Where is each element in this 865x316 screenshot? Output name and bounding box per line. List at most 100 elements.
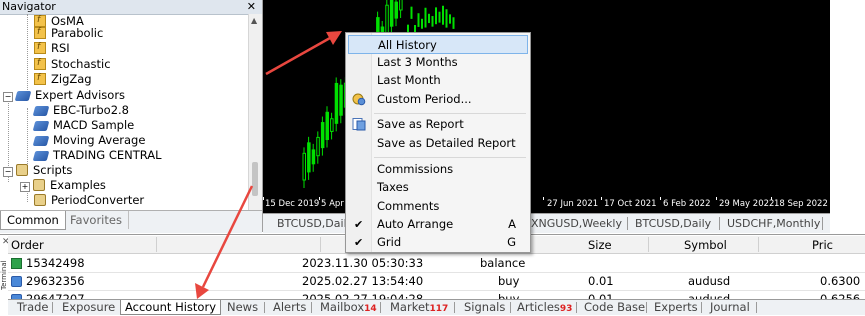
column-divider[interactable]: [758, 237, 759, 252]
tab-signals[interactable]: Signals: [464, 300, 505, 314]
tree-item-moving-average[interactable]: Moving Average: [32, 133, 145, 148]
time-cell: 2023.11.30 05:30:33: [302, 256, 424, 270]
column-divider[interactable]: [320, 237, 321, 252]
tab-alerts[interactable]: Alerts: [273, 300, 306, 314]
x-tick: [660, 197, 661, 200]
tree-item-scripts[interactable]: − Scripts: [3, 163, 72, 178]
script-folder-icon: [16, 164, 28, 176]
checkmark-icon: ✔: [354, 236, 364, 249]
table-row[interactable]: 29632356 2025.02.27 13:54:40 buy 0.01 au…: [8, 272, 865, 291]
tab-news[interactable]: News: [227, 300, 258, 314]
tree-item-expert-advisors[interactable]: − Expert Advisors: [3, 88, 125, 103]
tab-divider: [311, 302, 312, 313]
tab-common[interactable]: Common: [0, 211, 66, 230]
menu-item-last-3-months[interactable]: Last 3 Months: [348, 53, 528, 72]
save-report-icon: [352, 118, 366, 131]
menu-item-save-detailed-report[interactable]: Save as Detailed Report: [348, 134, 528, 153]
scroll-up-icon[interactable]: ▲: [251, 16, 257, 25]
symbol-cell: audusd: [688, 274, 731, 288]
tab-mailbox[interactable]: Mailbox14: [320, 300, 377, 314]
tree-item-macd-sample[interactable]: MACD Sample: [32, 118, 134, 133]
tree-item-stochastic[interactable]: Stochastic: [34, 56, 111, 72]
tree-item-label: EBC-Turbo2.8: [53, 103, 129, 117]
column-price[interactable]: Pric: [812, 238, 833, 252]
type-cell: balance: [480, 256, 526, 270]
collapse-icon[interactable]: −: [3, 167, 13, 177]
column-divider[interactable]: [156, 237, 157, 252]
tab-exposure[interactable]: Exposure: [62, 300, 115, 314]
chart-tab[interactable]: USDCHF,Monthly: [727, 215, 820, 232]
close-icon[interactable]: ✕: [247, 0, 256, 14]
menu-item-save-as-report[interactable]: Save as Report: [348, 115, 528, 134]
tree-item-parabolic[interactable]: Parabolic: [34, 25, 103, 41]
tree-item-examples[interactable]: + Examples: [20, 178, 106, 193]
candle-body: [307, 142, 311, 173]
tree-item-label: RSI: [51, 41, 70, 55]
tree-item-rsi[interactable]: RSI: [34, 40, 70, 56]
column-order[interactable]: Order: [11, 238, 44, 252]
history-context-menu: All History Last 3 Months Last Month Cus…: [345, 32, 531, 253]
table-row[interactable]: 15342498 2023.11.30 05:30:33 balance: [8, 254, 865, 273]
chart-tab[interactable]: XNGUSD,Weekly: [531, 215, 622, 232]
menu-item-custom-period[interactable]: Custom Period...: [348, 90, 528, 109]
collapse-icon[interactable]: −: [3, 92, 13, 102]
chart-tab[interactable]: BTCUSD,Daily: [277, 215, 353, 232]
tab-favorites[interactable]: Favorites: [64, 211, 129, 229]
navigator-scrollbar[interactable]: ▲: [248, 14, 262, 210]
candle-body: [424, 7, 427, 28]
tab-label: Mailbox: [320, 300, 365, 314]
tab-journal[interactable]: Journal: [710, 300, 750, 314]
column-size[interactable]: Size: [588, 238, 612, 252]
expand-icon[interactable]: +: [20, 182, 30, 192]
order-id: 15342498: [26, 256, 85, 270]
candle-body: [330, 118, 334, 132]
menu-item-label: Taxes: [377, 180, 409, 194]
candle-body: [435, 7, 437, 25]
tree-item-periodconverter[interactable]: PeriodConverter: [34, 193, 144, 208]
indicator-icon: [34, 25, 46, 40]
size-cell: 0.01: [588, 274, 614, 288]
menu-item-grid[interactable]: ✔ Grid G: [348, 233, 528, 252]
column-divider[interactable]: [648, 237, 649, 252]
tree-item-trading-central[interactable]: TRADING CENTRAL: [32, 148, 162, 163]
candle-body: [410, 6, 413, 19]
tab-experts[interactable]: Experts: [654, 300, 698, 314]
x-tick: [543, 197, 544, 200]
tab-code-base[interactable]: Code Base: [584, 300, 645, 314]
candle-body: [339, 84, 343, 116]
order-id: 29632356: [26, 274, 85, 288]
menu-item-comments[interactable]: Comments: [348, 197, 528, 216]
tab-divider: [627, 217, 628, 230]
menu-item-all-history[interactable]: All History: [348, 35, 528, 54]
checkmark-icon: ✔: [354, 218, 364, 231]
menu-item-auto-arrange[interactable]: ✔ Auto Arrange A: [348, 215, 528, 234]
scroll-thumb[interactable]: [252, 162, 258, 196]
candle-body: [320, 122, 325, 149]
tab-trade[interactable]: Trade: [17, 300, 49, 314]
order-cell: 15342498: [11, 256, 85, 270]
menu-item-commissions[interactable]: Commissions: [348, 160, 528, 179]
x-tick: [601, 197, 602, 200]
x-tick: [771, 197, 772, 200]
menu-item-label: Save as Detailed Report: [377, 136, 516, 150]
tree-item-ebc-turbo[interactable]: EBC-Turbo2.8: [32, 103, 129, 118]
candle-body: [449, 14, 451, 24]
terminal-side-label: Terminal: [0, 260, 8, 290]
candle-body: [325, 111, 329, 141]
menu-item-taxes[interactable]: Taxes: [348, 178, 528, 197]
column-symbol[interactable]: Symbol: [684, 238, 727, 252]
time-cell: 2025.02.27 13:54:40: [302, 274, 424, 288]
tab-market[interactable]: Market117: [390, 300, 448, 314]
navigator-tabs: Common Favorites: [0, 210, 262, 233]
tab-account-history[interactable]: Account History: [120, 300, 222, 315]
tree-line: [27, 14, 28, 92]
tree-item-zigzag[interactable]: ZigZag: [34, 71, 92, 87]
menu-item-last-month[interactable]: Last Month: [348, 71, 528, 90]
x-tick: [263, 197, 264, 200]
candle-body: [417, 13, 420, 27]
chart-tab[interactable]: BTCUSD,Daily: [635, 215, 711, 232]
articles-count-badge: 93: [559, 304, 573, 314]
tab-divider: [454, 302, 455, 313]
right-margin: [830, 0, 865, 236]
tab-articles[interactable]: Articles93: [517, 300, 572, 314]
